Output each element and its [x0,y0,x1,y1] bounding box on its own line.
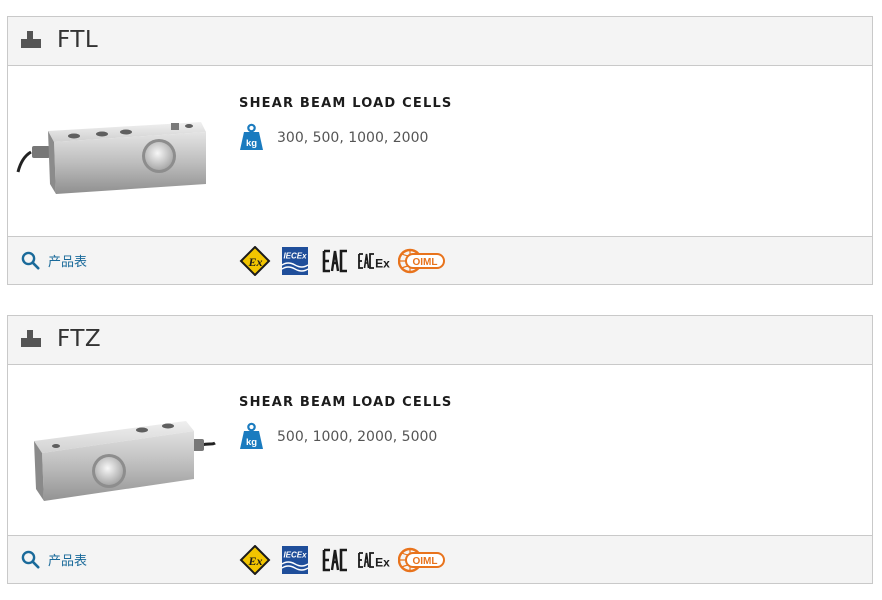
product-category: SHEAR BEAM LOAD CELLS [239,395,453,410]
eac-icon [322,249,347,273]
product-category: SHEAR BEAM LOAD CELLS [239,96,453,111]
eac-ex-icon: Ex [358,552,390,570]
svg-text:kg: kg [246,437,257,448]
capacity-values: 300, 500, 1000, 2000 [277,130,429,146]
iecex-icon: IECEx [281,546,309,574]
product-card: FTZ SHEAR BEAM LOAD CELLS kg 500, 1000, … [7,315,873,584]
eac-icon [322,548,347,572]
svg-text:Ex: Ex [247,554,262,568]
product-image[interactable] [16,383,216,508]
svg-text:Ex: Ex [375,257,390,271]
atex-ex-icon: Ex [239,545,271,575]
svg-text:Ex: Ex [247,255,262,269]
product-card-body: SHEAR BEAM LOAD CELLS kg 300, 500, 1000,… [8,66,872,236]
product-card-header: FTZ [8,316,872,365]
svg-text:OIML: OIML [413,556,438,567]
oiml-icon: OIML [398,248,445,274]
kg-weight-icon: kg [240,123,263,150]
eac-ex-icon: Ex [358,253,390,271]
svg-text:IECEx: IECEx [283,252,307,261]
datasheet-link[interactable]: 产品表 [21,548,87,570]
svg-text:Ex: Ex [375,556,390,570]
product-card-footer: 产品表 Ex IECEx Ex OIML [8,535,872,583]
iecex-icon: IECEx [281,247,309,275]
datasheet-label: 产品表 [48,553,88,569]
product-image[interactable] [16,84,216,209]
datasheet-link[interactable]: 产品表 [21,249,87,271]
product-card-header: FTL [8,17,872,66]
capacity-values: 500, 1000, 2000, 5000 [277,429,438,445]
atex-ex-icon: Ex [239,246,271,276]
datasheet-label: 产品表 [48,254,88,270]
product-card-body: SHEAR BEAM LOAD CELLS kg 500, 1000, 2000… [8,365,872,535]
search-icon [21,251,40,270]
svg-text:OIML: OIML [413,257,438,268]
product-title[interactable]: FTL [57,27,98,53]
oiml-icon: OIML [398,547,445,573]
load-cell-icon [21,330,41,347]
product-card-footer: 产品表 Ex IECEx Ex OIML [8,236,872,284]
svg-text:IECEx: IECEx [283,551,307,560]
search-icon [21,550,40,569]
product-title[interactable]: FTZ [57,326,101,352]
svg-text:kg: kg [246,138,257,149]
product-card: FTL SHEAR BEAM LOAD CELLS kg 300, 500, 1… [7,16,873,285]
kg-weight-icon: kg [240,422,263,449]
load-cell-icon [21,31,41,48]
